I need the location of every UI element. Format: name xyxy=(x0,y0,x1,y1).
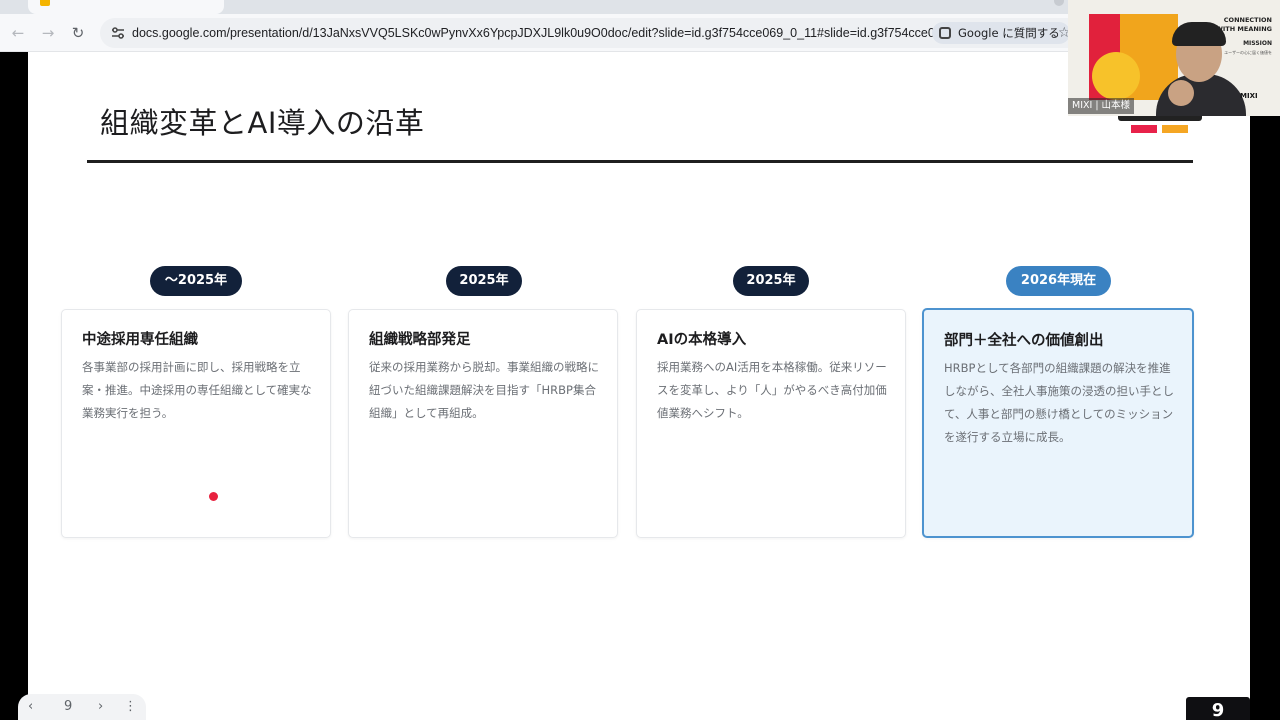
google-lens-icon xyxy=(939,27,951,39)
address-bar[interactable]: docs.google.com/presentation/d/13JaNxsVV… xyxy=(100,18,1100,48)
backdrop-tagline-text: ユーザーの心に届く価値を xyxy=(1224,50,1272,55)
milestone-description: 各事業部の採用計画に即し、採用戦略を立案・推進。中途採用の専任組織として確実な業… xyxy=(82,360,312,420)
ask-google-label: Google に質問する xyxy=(958,26,1060,40)
next-slide-button[interactable]: › xyxy=(98,694,103,720)
milestone-period-2: 2025年 xyxy=(446,266,522,296)
participant-name-label: MIXI | 山本様 xyxy=(1068,98,1135,114)
site-settings-icon[interactable] xyxy=(110,25,126,41)
participant-hair xyxy=(1172,22,1226,46)
back-button[interactable]: ← xyxy=(8,23,28,43)
backdrop-circle-shape xyxy=(1092,52,1140,100)
ask-google-button[interactable]: Google に質問する xyxy=(932,22,1070,44)
forward-button[interactable]: → xyxy=(38,23,58,43)
milestone-description: 従来の採用業務から脱却。事業組織の戦略に紐づいた組織課題解決を目指す「HRBP集… xyxy=(369,360,599,420)
milestone-period-1: ～2025年 xyxy=(150,266,242,296)
milestone-period-3: 2025年 xyxy=(733,266,809,296)
more-options-button[interactable]: ⋮ xyxy=(124,694,137,720)
backdrop-brand-text: CONNECTION WITH MEANING xyxy=(1215,16,1272,33)
milestone-title: 部門＋全社への価値創出 xyxy=(944,333,1104,349)
video-call-tile[interactable]: CONNECTION WITH MEANING MISSION ユーザーの心に届… xyxy=(1068,0,1280,116)
slide-logo-partial xyxy=(1118,116,1202,121)
mixi-logo: MIXI xyxy=(1240,92,1258,100)
milestone-title: 組織戦略部発足 xyxy=(369,332,471,348)
slide-logo-orange-bar xyxy=(1162,125,1188,133)
participant-hand xyxy=(1168,80,1194,106)
tab-strip xyxy=(0,0,1068,14)
milestone-title: AIの本格導入 xyxy=(657,332,747,348)
slides-favicon-icon xyxy=(40,0,50,6)
corner-badge: 9 xyxy=(1186,697,1250,720)
backdrop-mission-text: MISSION xyxy=(1243,40,1272,47)
milestone-card-3: AIの本格導入 採用業務へのAI活用を本格稼働。従来リソースを変革し、より「人」… xyxy=(636,309,906,538)
slide-number: 9 xyxy=(64,699,73,714)
reload-button[interactable]: ↻ xyxy=(68,23,88,43)
slide-logo-red-bar xyxy=(1131,125,1157,133)
milestone-card-1: 中途採用専任組織 各事業部の採用計画に即し、採用戦略を立案・推進。中途採用の専任… xyxy=(61,309,331,538)
title-divider xyxy=(87,160,1193,163)
slide-navigation: ‹ 9 › ⋮ xyxy=(18,694,146,720)
laser-pointer xyxy=(209,492,218,501)
milestone-card-2: 組織戦略部発足 従来の採用業務から脱却。事業組織の戦略に紐づいた組織課題解決を目… xyxy=(348,309,618,538)
slide-title: 組織変革とAI導入の沿革 xyxy=(100,106,425,140)
milestone-period-4: 2026年現在 xyxy=(1006,266,1111,296)
milestone-description: HRBPとして各部門の組織課題の解決を推進しながら、全社人事施策の浸透の担い手と… xyxy=(944,361,1174,444)
browser-toolbar: ← → ↻ docs.google.com/presentation/d/13J… xyxy=(0,14,1100,52)
milestone-card-4-current: 部門＋全社への価値創出 HRBPとして各部門の組織課題の解決を推進しながら、全社… xyxy=(922,308,1194,538)
new-tab-icon[interactable] xyxy=(1054,0,1064,6)
milestone-description: 採用業務へのAI活用を本格稼働。従来リソースを変革し、より「人」がやるべき高付加… xyxy=(657,360,887,420)
previous-slide-button[interactable]: ‹ xyxy=(28,694,33,720)
url-text[interactable]: docs.google.com/presentation/d/13JaNxsVV… xyxy=(132,18,983,48)
tab-active[interactable] xyxy=(28,0,224,14)
milestone-title: 中途採用専任組織 xyxy=(82,332,198,348)
